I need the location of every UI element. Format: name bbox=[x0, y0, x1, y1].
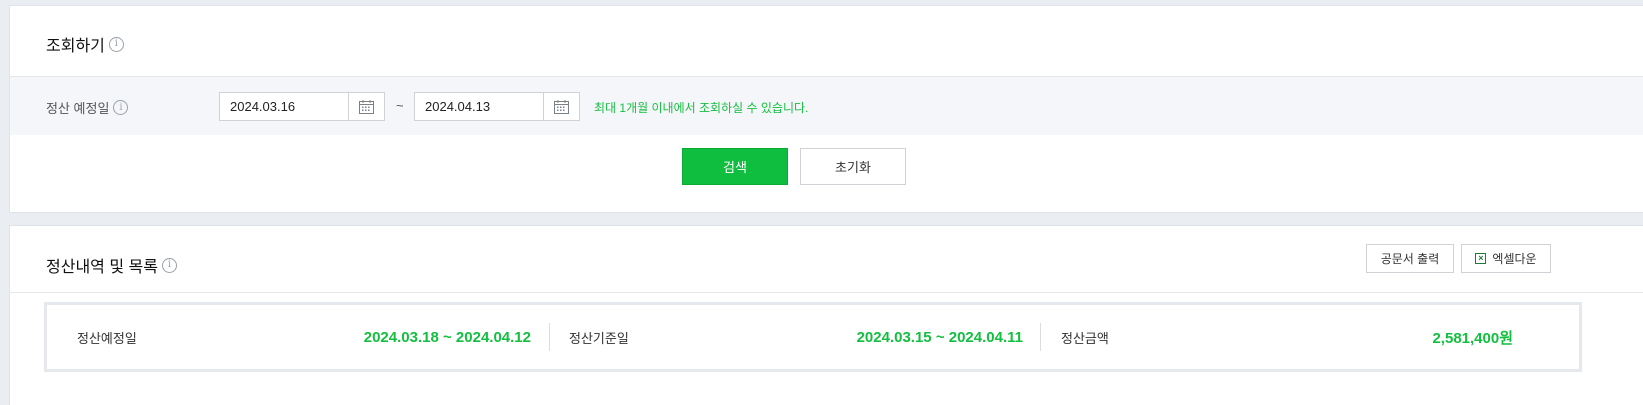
summary-label: 정산금액 bbox=[1061, 330, 1109, 346]
excel-download-button[interactable]: × 엑셀다운 bbox=[1461, 244, 1551, 273]
summary-item-amount: 정산금액 2,581,400원 bbox=[1061, 305, 1513, 369]
summary-item-base-date: 정산기준일 2024.03.15 ~ 2024.04.11 bbox=[569, 305, 1023, 369]
print-document-label: 공문서 출력 bbox=[1380, 252, 1440, 266]
search-panel-title-text: 조회하기 bbox=[46, 38, 105, 55]
info-icon[interactable]: i bbox=[108, 36, 124, 52]
summary-value: 2024.03.18 ~ 2024.04.12 bbox=[363, 328, 531, 346]
filter-row: 정산 예정일 i ~ bbox=[10, 76, 1643, 135]
date-range-hint: 최대 1개월 이내에서 조회하실 수 있습니다. bbox=[594, 101, 809, 115]
search-panel-title: 조회하기 i bbox=[46, 32, 124, 56]
summary-value: 2024.03.15 ~ 2024.04.11 bbox=[856, 328, 1023, 346]
info-icon[interactable]: i bbox=[113, 100, 129, 115]
summary-item-scheduled-date: 정산예정일 2024.03.18 ~ 2024.04.12 bbox=[77, 305, 531, 369]
end-date-picker bbox=[414, 92, 580, 121]
settlement-summary: 정산예정일 2024.03.18 ~ 2024.04.12 정산기준일 2024… bbox=[44, 302, 1582, 372]
calendar-icon bbox=[554, 99, 569, 114]
summary-label: 정산기준일 bbox=[569, 330, 629, 346]
info-icon[interactable]: i bbox=[161, 257, 177, 273]
start-date-input[interactable] bbox=[220, 93, 348, 120]
filter-label-text: 정산 예정일 bbox=[46, 101, 110, 116]
list-panel-title-text: 정산내역 및 목록 bbox=[46, 259, 158, 276]
start-calendar-button[interactable] bbox=[348, 93, 384, 120]
search-panel: 조회하기 i 정산 예정일 i ~ bbox=[9, 5, 1643, 213]
print-document-button[interactable]: 공문서 출력 bbox=[1366, 244, 1454, 273]
list-panel-title: 정산내역 및 목록 i bbox=[46, 253, 177, 277]
summary-divider bbox=[1040, 323, 1041, 351]
reset-button[interactable]: 초기화 bbox=[800, 148, 906, 185]
date-range-separator: ~ bbox=[396, 98, 404, 113]
excel-download-label: 엑셀다운 bbox=[1492, 252, 1537, 266]
end-calendar-button[interactable] bbox=[543, 93, 579, 120]
calendar-icon bbox=[359, 99, 374, 114]
start-date-picker bbox=[219, 92, 385, 121]
search-button[interactable]: 검색 bbox=[682, 148, 788, 185]
summary-divider bbox=[549, 323, 550, 351]
filter-label: 정산 예정일 i bbox=[46, 98, 129, 117]
excel-icon: × bbox=[1475, 253, 1487, 264]
summary-value: 2,581,400원 bbox=[1432, 329, 1513, 347]
divider bbox=[10, 292, 1643, 293]
end-date-input[interactable] bbox=[415, 93, 543, 120]
summary-label: 정산예정일 bbox=[77, 330, 137, 346]
settlement-list-panel: 정산내역 및 목록 i 공문서 출력 × 엑셀다운 정산예정일 2024.03.… bbox=[9, 225, 1643, 405]
